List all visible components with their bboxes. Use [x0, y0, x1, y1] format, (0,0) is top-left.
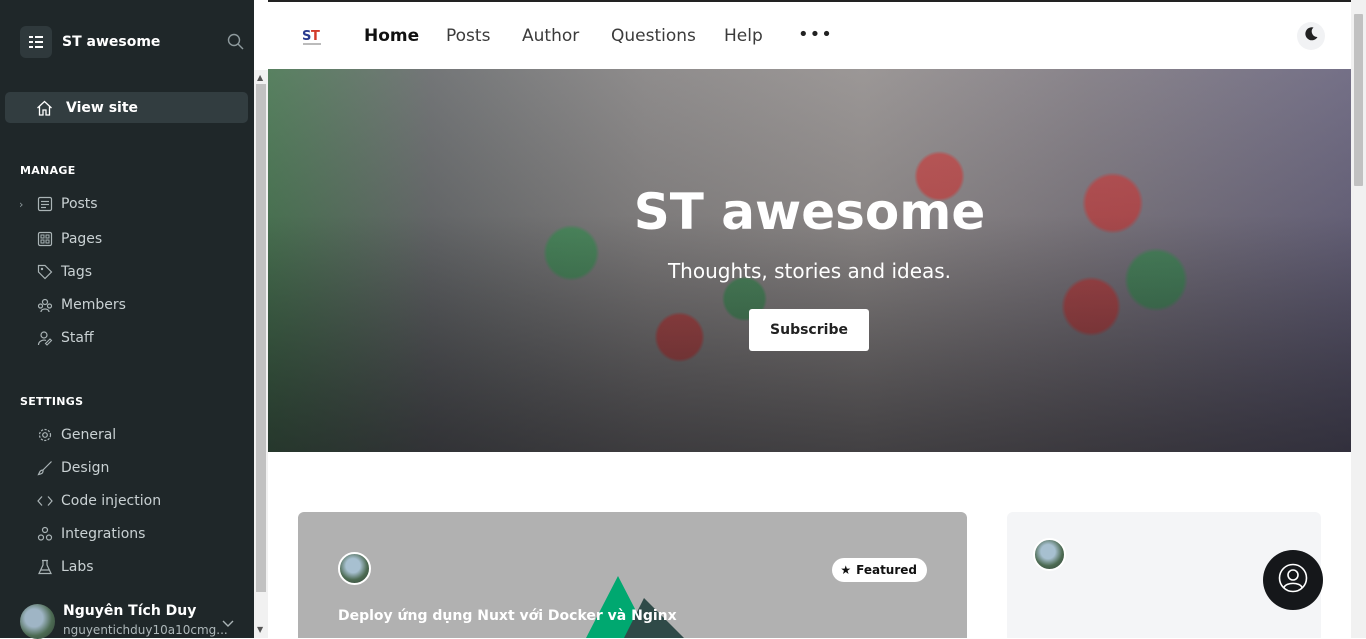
- nav-author[interactable]: Author: [522, 26, 579, 46]
- nav-home[interactable]: Home: [364, 26, 419, 46]
- sidebar-item-integrations[interactable]: Integrations: [36, 523, 145, 545]
- sidebar-item-label: Staff: [61, 330, 94, 346]
- site-brand-logo[interactable]: ST: [301, 26, 323, 48]
- sidebar-item-label: Posts: [61, 196, 98, 212]
- sidebar-item-label: Integrations: [61, 526, 146, 542]
- page-scrollbar[interactable]: [1351, 0, 1366, 638]
- nav-posts[interactable]: Posts: [446, 26, 490, 46]
- nav-help[interactable]: Help: [724, 26, 763, 46]
- sidebar-header: ST awesome: [20, 26, 250, 58]
- sidebar-site-name[interactable]: ST awesome: [62, 34, 160, 50]
- sidebar-item-tags[interactable]: Tags: [36, 261, 92, 283]
- settings-section-title: SETTINGS: [20, 395, 84, 408]
- integrations-icon: [36, 525, 54, 543]
- view-site-label: View site: [66, 99, 139, 116]
- site-header: ST Home Posts Author Questions Help •••: [268, 2, 1351, 69]
- brush-icon: [36, 459, 54, 477]
- sidebar-item-posts[interactable]: Posts: [36, 193, 98, 215]
- scroll-down-icon[interactable]: ▼: [257, 625, 263, 634]
- sidebar-item-labs[interactable]: Labs: [36, 556, 94, 578]
- hero-title: ST awesome: [633, 183, 986, 241]
- sidebar-item-label: Labs: [61, 559, 94, 575]
- sidebar-item-staff[interactable]: Staff: [36, 327, 94, 349]
- sidebar-item-members[interactable]: Members: [36, 294, 126, 316]
- chevron-right-icon[interactable]: ›: [19, 198, 23, 211]
- svg-text:T: T: [311, 29, 320, 44]
- sidebar-item-label: Design: [61, 460, 110, 476]
- pages-icon: [36, 230, 54, 248]
- moon-icon: [1303, 26, 1319, 46]
- author-avatar[interactable]: [338, 552, 371, 585]
- posts-icon: [36, 195, 54, 213]
- flask-icon: [36, 558, 54, 576]
- subscribe-button[interactable]: Subscribe: [749, 309, 869, 351]
- featured-post-card[interactable]: ★ Featured Deploy ứng dụng Nuxt với Dock…: [298, 512, 967, 638]
- sidebar-item-pages[interactable]: Pages: [36, 228, 102, 250]
- featured-badge: ★ Featured: [832, 558, 927, 582]
- nav-questions[interactable]: Questions: [611, 26, 696, 46]
- user-menu[interactable]: Nguyên Tích Duy nguyentichduy10a10cmg...: [20, 603, 250, 639]
- featured-post-title[interactable]: Deploy ứng dụng Nuxt với Docker và Nginx: [338, 608, 677, 624]
- author-avatar[interactable]: [1033, 538, 1066, 571]
- sidebar-item-design[interactable]: Design: [36, 457, 109, 479]
- member-portal-button[interactable]: [1263, 550, 1323, 610]
- staff-icon: [36, 329, 54, 347]
- star-icon: ★: [840, 563, 852, 577]
- tag-icon: [36, 263, 54, 281]
- view-site-link[interactable]: View site: [5, 92, 248, 123]
- more-menu-icon[interactable]: •••: [798, 24, 833, 45]
- sidebar-item-general[interactable]: General: [36, 424, 116, 446]
- code-icon: [36, 492, 54, 510]
- site-logo-icon[interactable]: [20, 26, 52, 58]
- sidebar-item-label: Members: [61, 297, 126, 313]
- sidebar-item-label: Pages: [61, 231, 103, 247]
- sidebar-item-code-injection[interactable]: Code injection: [36, 490, 161, 512]
- nuxt-logo-icon: [586, 576, 684, 638]
- chevron-down-icon[interactable]: [222, 613, 234, 632]
- page-scroll-thumb[interactable]: [1354, 14, 1363, 186]
- user-icon: [1278, 563, 1308, 597]
- hero-banner: ST awesome Thoughts, stories and ideas. …: [268, 69, 1351, 452]
- sidebar-gap: [254, 0, 268, 70]
- user-name: Nguyên Tích Duy: [63, 603, 197, 619]
- manage-section-title: MANAGE: [20, 164, 76, 177]
- featured-label: Featured: [856, 563, 917, 577]
- dark-mode-toggle[interactable]: [1297, 22, 1325, 50]
- sidebar-item-label: Tags: [61, 264, 92, 280]
- sidebar-scrollbar[interactable]: ▲ ▼: [254, 70, 268, 638]
- admin-sidebar: ST awesome View site MANAGE › Posts Page…: [0, 0, 254, 639]
- home-icon: [36, 100, 53, 120]
- scroll-up-icon[interactable]: ▲: [257, 73, 263, 82]
- user-email: nguyentichduy10a10cmg...: [63, 623, 228, 637]
- sidebar-scroll-thumb[interactable]: [256, 84, 266, 592]
- gear-icon: [36, 426, 54, 444]
- search-icon[interactable]: [227, 33, 244, 54]
- sidebar-item-label: General: [61, 427, 117, 443]
- svg-text:S: S: [302, 29, 311, 44]
- members-icon: [36, 296, 54, 314]
- sidebar-item-label: Code injection: [61, 493, 162, 509]
- avatar: [20, 604, 55, 639]
- hero-description: Thoughts, stories and ideas.: [667, 259, 952, 283]
